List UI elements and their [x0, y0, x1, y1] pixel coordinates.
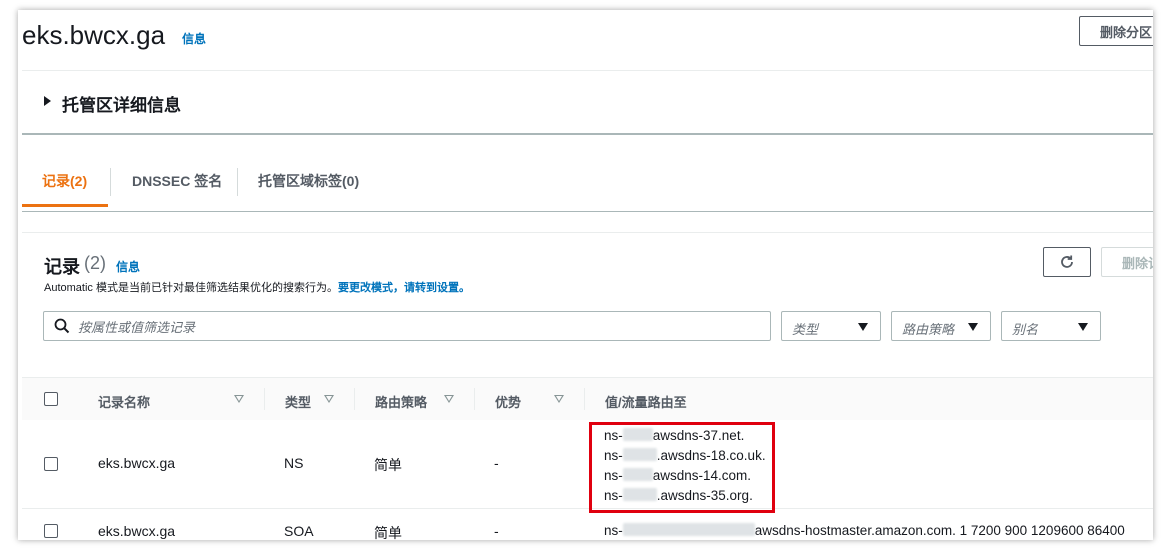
row-checkbox[interactable] [44, 457, 58, 471]
search-mode-text: Automatic 模式是当前已针对最佳筛选结果优化的搜索行为。 [44, 282, 338, 294]
record-routing-policy: 简单 [374, 525, 402, 540]
type-filter-select[interactable]: 类型 [781, 311, 881, 341]
routing-filter-label: 路由策略 [902, 322, 955, 337]
tab-bar: 记录(2) DNSSEC 签名 托管区域标签(0) [22, 160, 1153, 212]
record-routing-policy: 简单 [374, 457, 402, 473]
records-panel: 记录 (2) 信息 Automatic 模式是当前已针对最佳筛选结果优化的搜索行… [22, 232, 1153, 540]
highlight-box [589, 422, 775, 513]
record-value: ns-awsdns-hostmaster.amazon.com. 1 7200 … [604, 523, 1125, 538]
refresh-icon [1061, 255, 1073, 268]
records-info-link[interactable]: 信息 [116, 258, 140, 275]
search-mode-description: Automatic 模式是当前已针对最佳筛选结果优化的搜索行为。要更改模式，请转… [44, 279, 470, 295]
caret-down-icon [1078, 323, 1088, 331]
refresh-button[interactable] [1043, 247, 1091, 277]
hosted-zone-page: eks.bwcx.ga 信息 删除分区 托管区详细信息 记录(2) DNSSEC… [18, 10, 1153, 540]
sort-icon[interactable] [444, 395, 454, 403]
records-count: (2) [84, 253, 106, 273]
alias-filter-select[interactable]: 别名 [1001, 311, 1101, 341]
column-header-routing-policy[interactable]: 路由策略 [375, 392, 427, 411]
column-header-value[interactable]: 值/流量路由至 [605, 392, 687, 411]
routing-filter-select[interactable]: 路由策略 [891, 311, 991, 341]
row-checkbox[interactable] [44, 524, 58, 538]
alias-filter-label: 别名 [1012, 322, 1039, 337]
column-divider [474, 388, 475, 410]
delete-zone-button[interactable]: 删除分区 [1079, 16, 1153, 46]
search-icon [54, 318, 70, 334]
column-header-differentiator[interactable]: 优势 [495, 392, 521, 411]
record-type: SOA [284, 523, 314, 539]
sort-icon[interactable] [554, 395, 564, 403]
tab-dnssec[interactable]: DNSSEC 签名 [132, 160, 222, 210]
column-divider [584, 388, 585, 410]
delete-record-button[interactable]: 删除记 [1101, 247, 1153, 277]
record-search-box[interactable] [43, 311, 771, 341]
change-mode-link[interactable]: 要更改模式，请转到设置。 [338, 282, 470, 294]
column-header-name[interactable]: 记录名称 [98, 392, 150, 411]
zone-info-link[interactable]: 信息 [182, 30, 206, 47]
record-name: eks.bwcx.ga [98, 455, 176, 471]
sort-icon[interactable] [324, 395, 334, 403]
caret-down-icon [858, 323, 868, 331]
column-header-type[interactable]: 类型 [285, 392, 311, 411]
caret-down-icon [968, 323, 978, 331]
zone-details-panel[interactable]: 托管区详细信息 [22, 70, 1153, 135]
redacted-text [622, 523, 755, 536]
tab-zone-tags[interactable]: 托管区域标签(0) [258, 160, 359, 210]
table-row[interactable]: eks.bwcx.ga SOA 简单 - ns-awsdns-hostmaste… [22, 516, 1153, 540]
table-row[interactable]: eks.bwcx.ga NS 简单 - ns-awsdns-37.net. ns… [22, 420, 1153, 509]
select-all-checkbox[interactable] [44, 392, 58, 406]
caret-right-icon [44, 96, 51, 106]
type-filter-label: 类型 [792, 322, 819, 337]
column-divider [354, 388, 355, 410]
tab-divider [110, 168, 111, 196]
column-divider [264, 388, 265, 410]
records-table-header: 记录名称 类型 路由策略 优势 值/流量路由至 [22, 377, 1153, 421]
record-name: eks.bwcx.ga [98, 523, 176, 539]
zone-title: eks.bwcx.ga [22, 20, 166, 50]
record-differentiator: - [494, 455, 499, 471]
zone-details-label: 托管区详细信息 [62, 96, 181, 115]
record-type: NS [284, 455, 304, 471]
tab-records[interactable]: 记录(2) [22, 160, 108, 207]
search-input[interactable] [76, 316, 760, 338]
sort-icon[interactable] [234, 395, 244, 403]
record-differentiator: - [494, 523, 499, 539]
tab-divider [237, 168, 238, 196]
records-title: 记录 [44, 257, 80, 277]
